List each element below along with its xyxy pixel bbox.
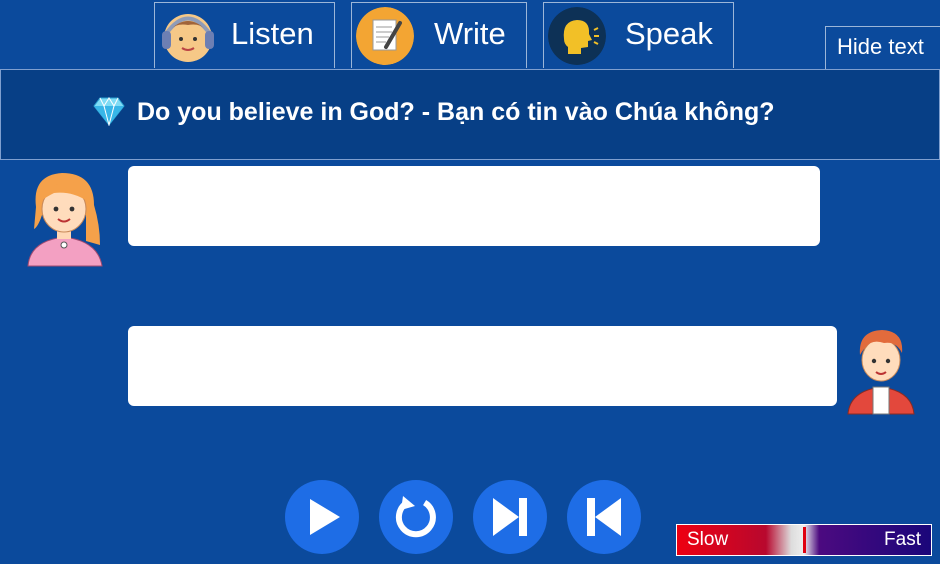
tab-write[interactable]: Write bbox=[351, 2, 527, 68]
boy-avatar bbox=[847, 330, 915, 415]
speed-fast-label: Fast bbox=[884, 529, 921, 550]
dialogue-bubble-boy bbox=[128, 326, 837, 406]
lesson-title: Do you believe in God? - Bạn có tin vào … bbox=[137, 98, 775, 126]
play-button[interactable] bbox=[285, 480, 359, 554]
headphones-face-icon bbox=[162, 14, 214, 62]
play-icon bbox=[310, 499, 340, 535]
skip-previous-icon bbox=[587, 498, 621, 536]
speaking-head-icon bbox=[548, 7, 606, 65]
hide-text-button[interactable]: Hide text bbox=[825, 26, 940, 70]
tab-speak-label: Speak bbox=[625, 16, 713, 51]
skip-next-icon bbox=[493, 498, 527, 536]
speed-slow-label: Slow bbox=[687, 529, 729, 550]
notepad-pencil-icon bbox=[356, 7, 414, 65]
tab-speak[interactable]: Speak bbox=[543, 2, 734, 68]
lesson-title-bar: Do you believe in God? - Bạn có tin vào … bbox=[0, 69, 940, 160]
previous-button[interactable] bbox=[567, 480, 641, 554]
speed-slider-handle[interactable] bbox=[803, 527, 806, 553]
next-button[interactable] bbox=[473, 480, 547, 554]
diamond-icon bbox=[93, 97, 125, 126]
speed-slider[interactable]: Slow Fast bbox=[676, 524, 932, 556]
replay-button[interactable] bbox=[379, 480, 453, 554]
tab-write-label: Write bbox=[434, 16, 506, 51]
replay-icon bbox=[395, 496, 436, 538]
tab-listen[interactable]: Listen bbox=[154, 2, 335, 68]
tab-listen-label: Listen bbox=[231, 16, 314, 51]
dialogue-bubble-girl bbox=[128, 166, 820, 246]
girl-avatar bbox=[27, 173, 103, 267]
